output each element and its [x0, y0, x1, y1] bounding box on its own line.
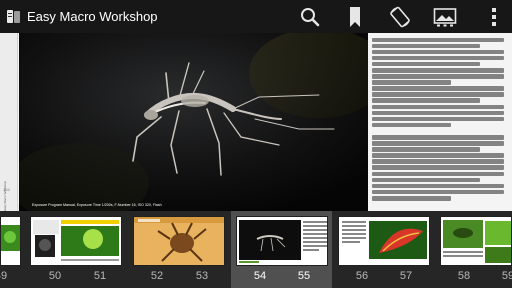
search-button[interactable]	[292, 0, 328, 33]
page-number-56[interactable]: 56	[348, 270, 376, 282]
book-spine: Easy Macro Workshop	[0, 33, 18, 211]
bookmark-icon	[350, 6, 360, 27]
rotate-button[interactable]	[382, 0, 418, 33]
thumbnail-page-49[interactable]	[0, 216, 21, 266]
page-number-59[interactable]: 59	[494, 270, 512, 282]
page-number-54[interactable]: 54	[246, 270, 274, 282]
page-number-57[interactable]: 57	[392, 270, 420, 282]
page-number-58[interactable]: 58	[450, 270, 478, 282]
page-number-50[interactable]: 50	[41, 270, 69, 282]
page-number-53[interactable]: 53	[188, 270, 216, 282]
page-number-55[interactable]: 55	[290, 270, 318, 282]
macro-photo[interactable]: Exposure Program Manual, Exposure Time 1…	[19, 33, 368, 211]
screen-rotation-icon	[390, 6, 410, 27]
overflow-menu-button[interactable]	[476, 0, 512, 33]
page-number-52[interactable]: 52	[143, 270, 171, 282]
page-number-51[interactable]: 51	[86, 270, 114, 282]
reader-app: Easy Macro Workshop 104 Exposure Program…	[0, 0, 512, 288]
app-title: Easy Macro Workshop	[27, 9, 158, 24]
thumbnail-pages-58-59[interactable]	[440, 216, 512, 266]
image-gallery-icon	[433, 7, 457, 26]
slideshow-button[interactable]	[427, 0, 463, 33]
search-icon	[301, 7, 320, 26]
page-number-49[interactable]: 49	[0, 270, 15, 282]
insect-photo-image	[19, 33, 368, 211]
spine-page-number: 104	[3, 187, 10, 192]
thumbnail-pages-50-51[interactable]	[30, 216, 122, 266]
app-icon[interactable]	[5, 8, 23, 26]
more-vertical-icon	[492, 7, 496, 26]
bookmark-button[interactable]	[337, 0, 373, 33]
thumbnail-pages-52-53[interactable]	[133, 216, 225, 266]
photo-caption: Exposure Program Manual, Exposure Time 1…	[32, 203, 162, 207]
page-text-column	[372, 36, 504, 208]
action-bar: Easy Macro Workshop	[0, 0, 512, 33]
thumbnail-pages-56-57[interactable]	[338, 216, 430, 266]
thumbnail-pages-54-55[interactable]	[236, 216, 328, 266]
